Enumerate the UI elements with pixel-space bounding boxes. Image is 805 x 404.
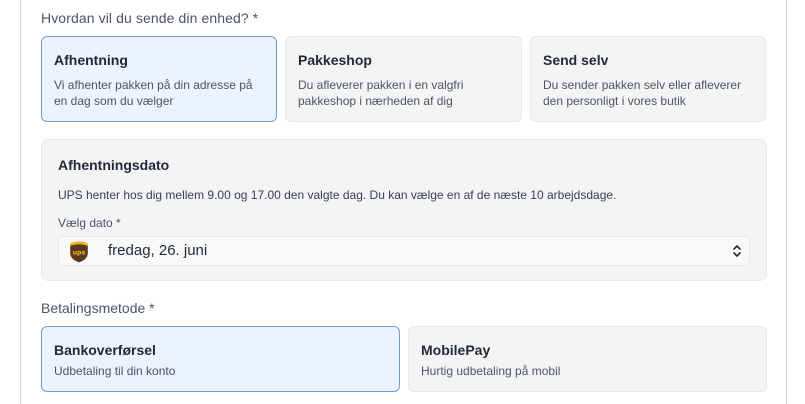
shipping-option-desc: Du afleverer pakken i en valgfri pakkesh…	[298, 78, 464, 108]
shipping-option-desc: Du sender pakken selv eller afleverer de…	[543, 78, 742, 108]
shipping-option-send-selv[interactable]: Send selv Du sender pakken selv eller af…	[530, 36, 766, 122]
payment-option-desc: Udbetaling til din konto	[54, 364, 176, 378]
payment-option-title: MobilePay	[421, 342, 491, 358]
payment-option-desc: Hurtig udbetaling på mobil	[421, 364, 561, 378]
date-select-label: Vælg dato *	[58, 216, 121, 230]
date-select-value: fredag, 26. juni	[108, 242, 208, 259]
pickup-date-description: UPS henter hos dig mellem 9.00 og 17.00 …	[58, 188, 617, 202]
container-left-border	[20, 0, 21, 404]
shipping-option-desc: Vi afhenter pakken på din adresse på en …	[54, 78, 253, 108]
date-select[interactable]: ups fredag, 26. juni	[58, 236, 750, 266]
chevron-updown-icon	[733, 245, 741, 257]
ups-logo-icon: ups	[70, 241, 88, 263]
shipping-option-title: Afhentning	[54, 52, 128, 68]
shipping-option-pakkeshop[interactable]: Pakkeshop Du afleverer pakken i en valgf…	[285, 36, 522, 122]
shipping-option-afhentning[interactable]: Afhentning Vi afhenter pakken på din adr…	[41, 36, 277, 122]
pickup-date-title: Afhentningsdato	[58, 157, 170, 173]
payment-option-bankoverforsel[interactable]: Bankoverførsel Udbetaling til din konto	[41, 326, 400, 392]
payment-method-label: Betalingsmetode *	[41, 300, 155, 316]
shipping-method-label: Hvordan vil du sende din enhed? *	[41, 10, 259, 26]
shipping-option-title: Pakkeshop	[298, 52, 372, 68]
shipping-option-title: Send selv	[543, 52, 609, 68]
svg-text:ups: ups	[73, 250, 86, 257]
container-right-border	[786, 0, 787, 404]
payment-option-title: Bankoverførsel	[54, 342, 156, 358]
payment-option-mobilepay[interactable]: MobilePay Hurtig udbetaling på mobil	[408, 326, 767, 392]
pickup-date-card: Afhentningsdato UPS henter hos dig melle…	[41, 139, 767, 281]
